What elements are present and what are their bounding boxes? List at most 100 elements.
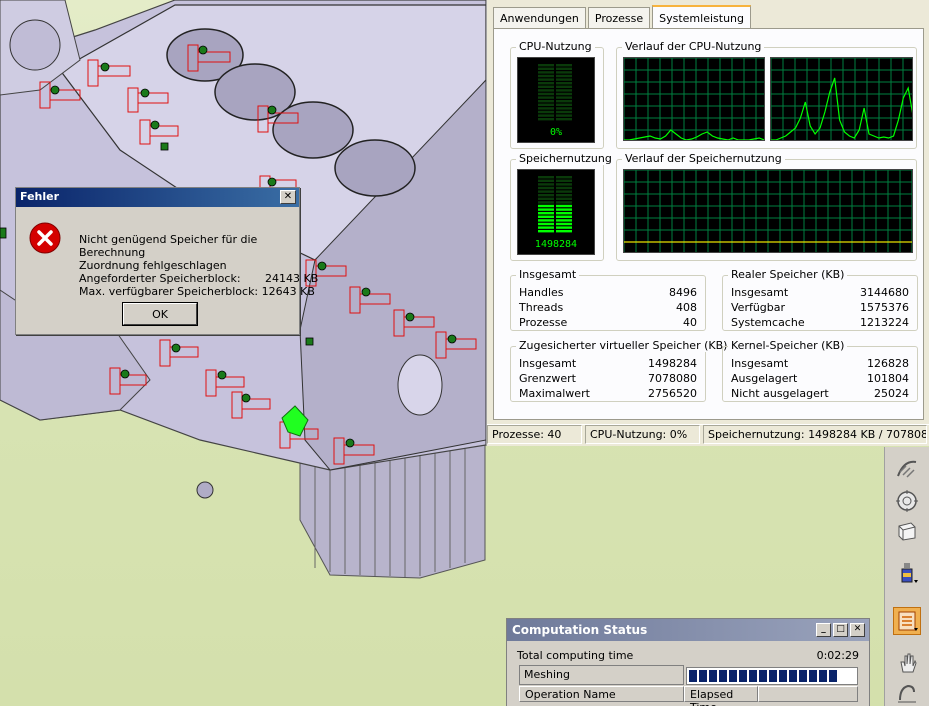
memory-history-svg — [624, 170, 912, 252]
deform-icon[interactable] — [893, 679, 921, 706]
close-button[interactable]: ✕ — [280, 190, 296, 204]
dialog-titlebar[interactable]: Fehler ✕ — [16, 188, 299, 207]
meter-segment — [556, 208, 572, 211]
totals-title: Insgesamt — [516, 268, 580, 281]
cpu-trace — [771, 77, 912, 140]
progress-block — [689, 670, 697, 682]
surface-icon[interactable] — [893, 517, 921, 545]
side-cutout — [397, 354, 443, 416]
stat-value: 101804 — [867, 372, 909, 385]
computation-title: Computation Status — [512, 623, 648, 637]
cpu-history-group: Verlauf der CPU-Nutzung — [616, 40, 917, 149]
meter-segment — [538, 208, 554, 211]
total-time-value: 0:02:29 — [816, 649, 859, 662]
meshing-progress-bar — [686, 667, 858, 685]
meter-segment — [538, 100, 554, 103]
progress-block — [729, 670, 737, 682]
meter-segment — [556, 226, 572, 229]
meter-segment — [556, 71, 572, 74]
maximize-button[interactable]: □ — [833, 623, 848, 637]
status-cpu: CPU-Nutzung: 0% — [585, 425, 700, 444]
stat-label: Systemcache — [731, 316, 805, 329]
meter-segment — [538, 226, 554, 229]
meter-segment — [538, 74, 554, 78]
ok-button[interactable]: OK — [122, 302, 198, 326]
memory-meter-value: 1498284 — [534, 239, 578, 250]
meter-segment — [556, 179, 572, 182]
cpu-usage-title: CPU-Nutzung — [516, 40, 595, 53]
tab-processes[interactable]: Prozesse — [587, 7, 651, 29]
meter-segment — [538, 114, 554, 117]
meter-segment — [556, 110, 572, 114]
stat-value: 1498284 — [648, 357, 697, 370]
tab-applications[interactable]: Anwendungen — [493, 7, 586, 29]
meter-segment — [538, 82, 554, 85]
meter-segment — [556, 176, 572, 179]
meter-segment — [538, 215, 554, 218]
tab-performance[interactable]: Systemleistung — [652, 5, 751, 29]
meter-segment — [556, 186, 572, 190]
gear-mesh-icon[interactable] — [893, 487, 921, 515]
pulley — [9, 19, 61, 71]
stat-value: 8496 — [669, 286, 697, 299]
progress-block — [789, 670, 797, 682]
cpu-trace — [624, 129, 764, 140]
meter-segment — [538, 67, 554, 70]
column-elapsed-time[interactable]: Elapsed Time — [684, 686, 758, 706]
meter-segment — [538, 212, 554, 215]
meter-segment — [556, 100, 572, 103]
column-operation-name[interactable]: Operation Name — [519, 686, 684, 702]
stat-label: Insgesamt — [519, 357, 577, 370]
progress-block — [769, 670, 777, 682]
stat-row: Threads 408 — [519, 301, 697, 314]
task-label: Meshing — [519, 665, 684, 685]
physical-memory-title: Realer Speicher (KB) — [728, 268, 848, 281]
meter-segment — [538, 110, 554, 114]
bottle-icon[interactable] — [893, 559, 921, 587]
error-line: Nicht genügend Speicher für die Berechnu… — [79, 233, 258, 259]
error-icon — [29, 222, 61, 254]
stat-label: Threads — [519, 301, 564, 314]
computation-titlebar[interactable]: Computation Status _ □ ✕ — [507, 619, 869, 641]
minimize-button[interactable]: _ — [816, 623, 831, 637]
kernel-memory-group: Kernel-Speicher (KB) Insgesamt 126828 Aus… — [722, 339, 918, 402]
status-processes: Prozesse: 40 — [487, 425, 582, 444]
commit-charge-title: Zugesicherter virtueller Speicher (KB) — [516, 339, 731, 352]
meter-segment — [538, 190, 554, 193]
stat-row: Prozesse 40 — [519, 316, 697, 329]
stat-label: Insgesamt — [731, 357, 789, 370]
status-memory: Speichernutzung: 1498284 KB / 7078080 KB — [703, 425, 927, 444]
progress-block — [749, 670, 757, 682]
stat-value: 3144680 — [860, 286, 909, 299]
error-dialog[interactable]: Fehler ✕ Nicht genügend Speicher für die… — [15, 187, 318, 335]
stat-row: Insgesamt 126828 — [731, 357, 909, 370]
progress-block — [819, 670, 827, 682]
meter-segment — [556, 197, 572, 200]
hand-icon[interactable] — [893, 649, 921, 677]
meter-segment — [556, 74, 572, 78]
compute-icon[interactable] — [893, 607, 921, 635]
stat-row: Insgesamt 3144680 — [731, 286, 909, 299]
stat-row: Handles 8496 — [519, 286, 697, 299]
stat-value: 126828 — [867, 357, 909, 370]
stat-label: Maximalwert — [519, 387, 590, 400]
stat-value: 2756520 — [648, 387, 697, 400]
close-button[interactable]: ✕ — [850, 623, 865, 637]
cpu-meter-bars — [538, 64, 572, 121]
stat-row: Maximalwert 2756520 — [519, 387, 697, 400]
physical-memory-group: Realer Speicher (KB) Insgesamt 3144680 Ve… — [722, 268, 918, 331]
memory-meter: 1498284 — [517, 169, 595, 255]
meter-segment — [538, 107, 554, 110]
stat-value: 25024 — [874, 387, 909, 400]
mesh-icon[interactable] — [893, 455, 921, 483]
stat-label: Insgesamt — [731, 286, 789, 299]
meter-segment — [556, 190, 572, 193]
cpu-usage-group: CPU-Nutzung 0% — [510, 40, 604, 149]
meter-segment — [556, 219, 572, 222]
cpu-history-title: Verlauf der CPU-Nutzung — [622, 40, 765, 53]
memory-history-group: Verlauf der Speichernutzung — [616, 152, 917, 261]
meter-segment — [538, 197, 554, 200]
cpu-meter: 0% — [517, 57, 595, 143]
meter-segment — [538, 64, 554, 67]
stat-label: Verfügbar — [731, 301, 786, 314]
